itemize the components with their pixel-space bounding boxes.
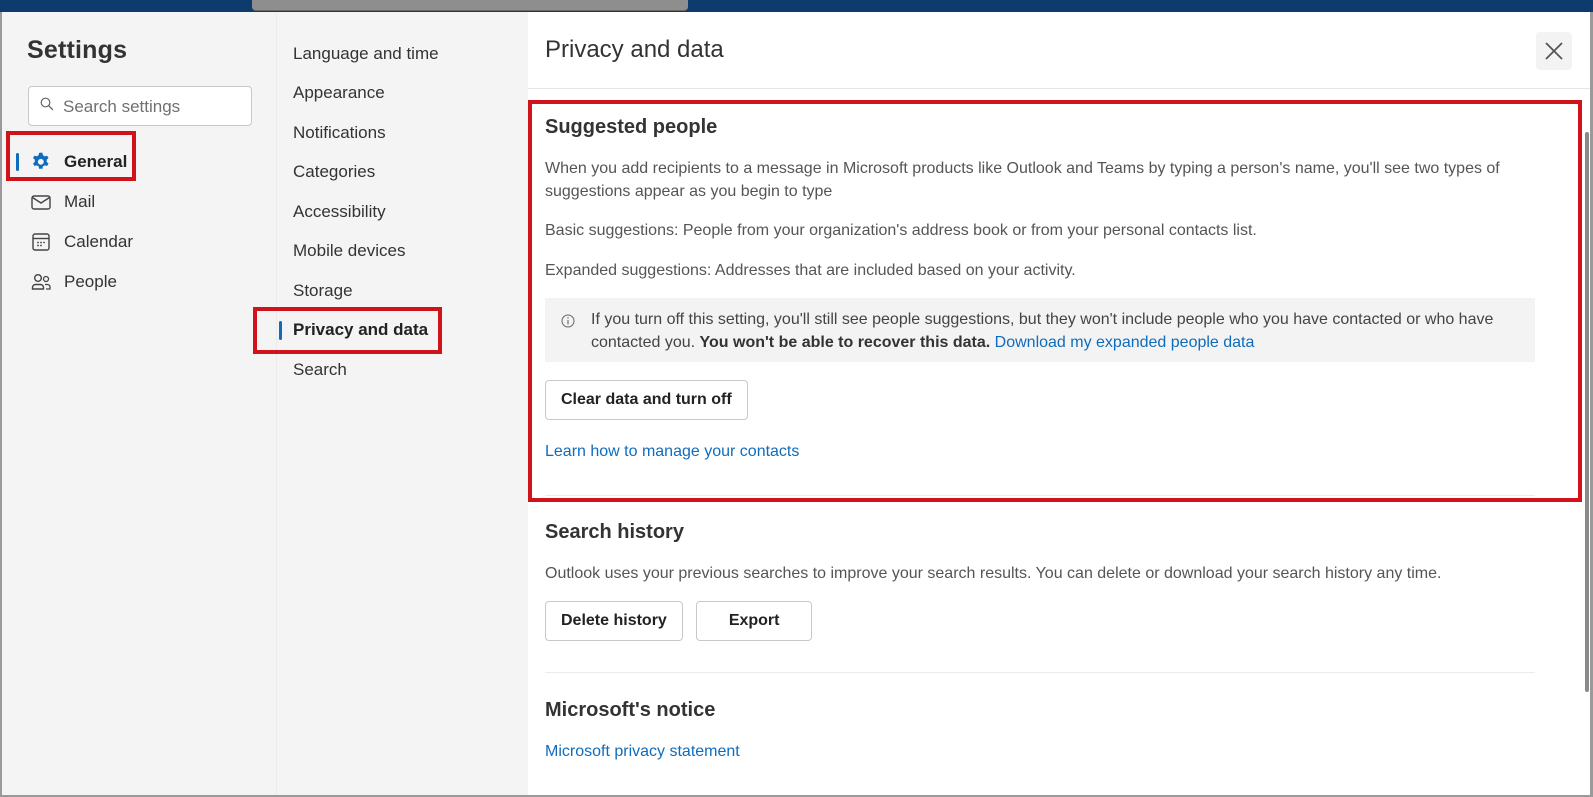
search-history-section: Search history Outlook uses your previou… xyxy=(545,521,1535,673)
nav-item-privacy-and-data[interactable]: Privacy and data xyxy=(279,311,523,351)
info-icon xyxy=(561,314,575,328)
expanded-suggestions-text: Expanded suggestions: Addresses that are… xyxy=(545,262,1076,279)
gear-icon xyxy=(30,151,52,173)
suggested-people-section: Suggested people When you add recipients… xyxy=(545,116,1535,496)
section-title: Microsoft's notice xyxy=(545,699,716,721)
section-title: Search history xyxy=(545,521,684,543)
search-settings-box[interactable] xyxy=(28,86,252,126)
nav-item-people[interactable]: People xyxy=(2,262,276,302)
settings-content: Suggested people When you add recipients… xyxy=(545,112,1535,763)
active-indicator xyxy=(279,320,282,340)
calendar-icon xyxy=(30,231,52,253)
nav-item-appearance[interactable]: Appearance xyxy=(293,74,523,114)
clear-data-and-turn-off-button[interactable]: Clear data and turn off xyxy=(545,380,748,420)
nav-item-storage[interactable]: Storage xyxy=(293,271,523,311)
nav-label: People xyxy=(64,272,117,291)
nav-label: Search xyxy=(293,359,347,379)
app-top-bar xyxy=(0,0,1593,12)
scrollbar-thumb[interactable] xyxy=(1585,132,1589,692)
section-title: Suggested people xyxy=(545,116,718,138)
nav-label: Calendar xyxy=(64,232,133,251)
microsoft-notice-section: Microsoft's notice Microsoft privacy sta… xyxy=(545,699,1535,763)
nav-item-general[interactable]: General xyxy=(2,142,276,182)
secondary-sidebar: Language and time Appearance Notificatio… xyxy=(276,12,528,795)
active-indicator xyxy=(16,153,19,171)
nav-label: Appearance xyxy=(293,83,385,103)
nav-label: Storage xyxy=(293,280,353,300)
search-icon xyxy=(40,97,54,111)
nav-item-notifications[interactable]: Notifications xyxy=(293,113,523,153)
nav-item-language-and-time[interactable]: Language and time xyxy=(293,34,523,74)
nav-label: Mail xyxy=(64,192,96,211)
mail-icon xyxy=(30,191,52,213)
nav-item-mobile-devices[interactable]: Mobile devices xyxy=(293,232,523,272)
suggested-people-intro: When you add recipients to a message in … xyxy=(545,160,1500,200)
primary-nav: General Mail Calendar People xyxy=(2,142,276,302)
section-divider xyxy=(545,672,1535,673)
nav-label: Notifications xyxy=(293,122,386,142)
nav-item-accessibility[interactable]: Accessibility xyxy=(293,192,523,232)
close-icon xyxy=(1545,42,1563,60)
download-expanded-people-data-link[interactable]: Download my expanded people data xyxy=(995,334,1255,351)
nav-item-mail[interactable]: Mail xyxy=(2,182,276,222)
microsoft-privacy-statement-link[interactable]: Microsoft privacy statement xyxy=(545,743,740,760)
info-message-bar: If you turn off this setting, you'll sti… xyxy=(545,298,1535,362)
export-button[interactable]: Export xyxy=(695,601,813,641)
nav-label: Categories xyxy=(293,162,376,182)
people-icon xyxy=(30,271,52,293)
nav-label: Accessibility xyxy=(293,201,386,221)
content-scrollbar[interactable] xyxy=(1584,112,1590,762)
search-settings-input[interactable] xyxy=(63,95,243,119)
page-title: Privacy and data xyxy=(545,36,724,63)
close-button[interactable] xyxy=(1536,32,1572,70)
delete-history-button[interactable]: Delete history xyxy=(545,601,683,641)
nav-label: Mobile devices xyxy=(293,241,406,261)
basic-suggestions-text: Basic suggestions: People from your orga… xyxy=(545,222,1257,239)
nav-label: Language and time xyxy=(293,43,439,63)
secondary-nav: Language and time Appearance Notificatio… xyxy=(279,34,523,390)
nav-item-search[interactable]: Search xyxy=(293,350,523,390)
settings-title: Settings xyxy=(27,36,128,64)
main-content: Privacy and data Suggested people When y… xyxy=(528,12,1590,795)
learn-manage-contacts-link[interactable]: Learn how to manage your contacts xyxy=(545,443,799,460)
nav-item-categories[interactable]: Categories xyxy=(293,153,523,193)
primary-sidebar: Settings General xyxy=(2,12,276,795)
nav-label: General xyxy=(64,152,128,171)
search-history-description: Outlook uses your previous searches to i… xyxy=(545,565,1442,582)
background-tab xyxy=(252,0,688,11)
nav-item-calendar[interactable]: Calendar xyxy=(2,222,276,262)
settings-dialog: Settings General xyxy=(2,12,1590,795)
header-divider xyxy=(528,88,1590,89)
nav-label: Privacy and data xyxy=(293,320,429,340)
section-divider xyxy=(545,495,1535,496)
info-warning: You won't be able to recover this data. xyxy=(699,334,991,351)
